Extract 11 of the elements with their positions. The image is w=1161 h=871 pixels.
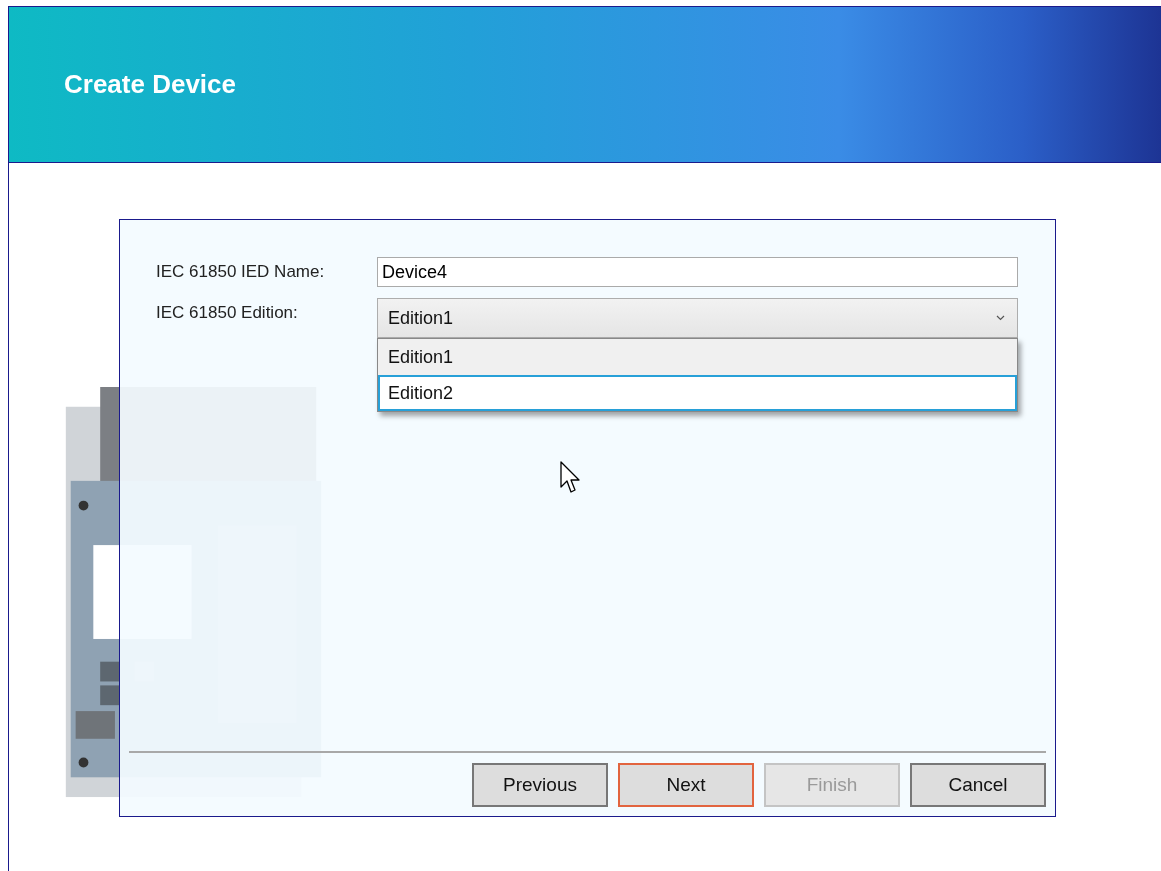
edition-dropdown[interactable]: Edition1 bbox=[377, 298, 1018, 338]
chevron-icon bbox=[996, 315, 1005, 321]
field-label: IEC 61850 Edition: bbox=[156, 302, 299, 323]
name-field[interactable]: Device4 bbox=[377, 257, 1018, 287]
wizard-button[interactable]: Previous bbox=[472, 763, 608, 807]
dropdown-option[interactable]: Edition1 bbox=[378, 339, 1017, 375]
field-label: IEC 61850 IED Name: bbox=[156, 261, 326, 282]
window-title: Create Device bbox=[64, 69, 236, 100]
wizard-button[interactable]: Next bbox=[618, 763, 754, 807]
wizard-button[interactable]: Cancel bbox=[910, 763, 1046, 807]
dropdown-option[interactable]: Edition2 bbox=[378, 375, 1017, 411]
